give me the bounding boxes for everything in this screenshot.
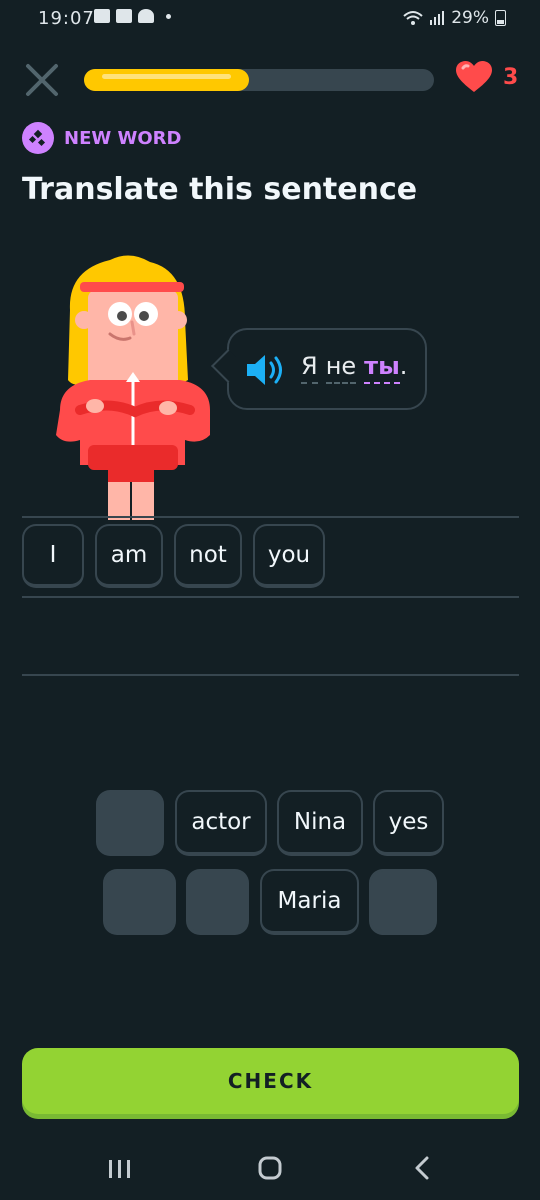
word-bank-tile[interactable]: yes bbox=[373, 790, 444, 856]
status-right: 29% bbox=[403, 8, 506, 28]
heart-icon bbox=[456, 61, 492, 92]
answer-tile[interactable]: you bbox=[253, 524, 325, 588]
wifi-icon bbox=[403, 11, 423, 25]
word-bank-slot-empty bbox=[96, 790, 164, 856]
battery-icon bbox=[495, 10, 506, 26]
check-button[interactable]: CHECK bbox=[22, 1048, 519, 1114]
progress-shine bbox=[102, 74, 231, 79]
battery-percent: 29% bbox=[451, 8, 489, 28]
signal-icon bbox=[430, 11, 445, 25]
answer-line-middle bbox=[22, 596, 519, 598]
home-icon bbox=[258, 1156, 282, 1180]
answer-line-bottom bbox=[22, 674, 519, 676]
speech-bubble: Я не ты . bbox=[211, 328, 427, 410]
status-time: 19:07 bbox=[38, 8, 95, 29]
recents-button[interactable] bbox=[100, 1154, 140, 1184]
status-bar: 19:07 29% bbox=[0, 0, 540, 38]
more-notifications-dot bbox=[166, 13, 171, 19]
sentence-text: Я не ты . bbox=[301, 352, 407, 384]
page-title: Translate this sentence bbox=[22, 172, 418, 207]
answer-tile[interactable]: I bbox=[22, 524, 84, 588]
character-illustration bbox=[56, 255, 210, 520]
back-button[interactable] bbox=[402, 1154, 442, 1184]
new-word-icon bbox=[22, 122, 54, 154]
sentence-word-new[interactable]: ты bbox=[364, 352, 400, 384]
hearts-count: 3 bbox=[503, 64, 519, 90]
sentence-word[interactable]: не bbox=[325, 352, 357, 384]
word-bank-slot-empty bbox=[103, 869, 176, 935]
speaker-button[interactable] bbox=[245, 352, 291, 388]
speaker-icon bbox=[247, 355, 282, 385]
notification-icons bbox=[94, 9, 171, 23]
youtube-icon bbox=[116, 9, 132, 23]
answer-tile[interactable]: not bbox=[174, 524, 242, 588]
close-icon bbox=[26, 64, 58, 96]
answer-tile[interactable]: am bbox=[95, 524, 163, 588]
sentence-punctuation: . bbox=[399, 352, 408, 380]
badge-label: NEW WORD bbox=[64, 127, 182, 149]
sentence-word[interactable]: Я bbox=[301, 352, 318, 384]
system-nav-bar bbox=[0, 1140, 540, 1200]
word-bank-slot-empty bbox=[369, 869, 437, 935]
word-bank-tile[interactable]: Nina bbox=[277, 790, 363, 856]
recents-icon bbox=[109, 1160, 130, 1178]
home-button[interactable] bbox=[250, 1154, 290, 1184]
new-word-badge: NEW WORD bbox=[22, 122, 181, 154]
progress-fill bbox=[84, 69, 249, 91]
word-bank-tile[interactable]: Maria bbox=[260, 869, 359, 935]
word-bank-slot-empty bbox=[186, 869, 249, 935]
gallery-icon bbox=[94, 9, 110, 23]
hearts-counter[interactable]: 3 bbox=[455, 60, 518, 94]
word-bank-tile[interactable]: actor bbox=[175, 790, 267, 856]
back-icon bbox=[415, 1156, 429, 1180]
weather-icon bbox=[138, 9, 154, 23]
close-button[interactable] bbox=[22, 60, 62, 100]
answer-line-top bbox=[22, 516, 519, 518]
lesson-progress-bar bbox=[84, 69, 434, 91]
